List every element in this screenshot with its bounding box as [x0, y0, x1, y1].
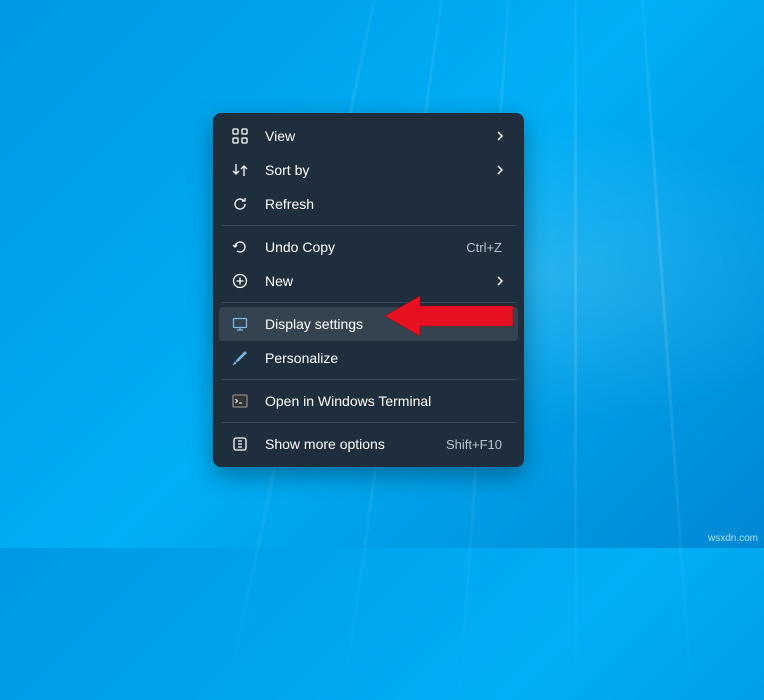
desktop-context-menu: View Sort by Refresh Undo Copy Ctrl+Z Ne… [213, 113, 524, 467]
menu-label: Show more options [265, 436, 446, 452]
menu-item-sort-by[interactable]: Sort by [219, 153, 518, 187]
terminal-icon [231, 392, 249, 410]
menu-item-display-settings[interactable]: Display settings [219, 307, 518, 341]
menu-label: Refresh [265, 196, 506, 212]
sort-icon [231, 161, 249, 179]
menu-label: Undo Copy [265, 239, 466, 255]
refresh-icon [231, 195, 249, 213]
menu-shortcut: Ctrl+Z [466, 240, 502, 255]
brush-icon [231, 349, 249, 367]
menu-label: New [265, 273, 494, 289]
menu-item-open-terminal[interactable]: Open in Windows Terminal [219, 384, 518, 418]
undo-icon [231, 238, 249, 256]
menu-separator [221, 379, 516, 380]
menu-label: Sort by [265, 162, 494, 178]
menu-item-show-more-options[interactable]: Show more options Shift+F10 [219, 427, 518, 461]
menu-separator [221, 302, 516, 303]
grid-icon [231, 127, 249, 145]
menu-item-new[interactable]: New [219, 264, 518, 298]
more-options-icon [231, 435, 249, 453]
chevron-right-icon [494, 130, 506, 142]
chevron-right-icon [494, 164, 506, 176]
display-icon [231, 315, 249, 333]
watermark-text: wsxdn.com [708, 533, 758, 544]
menu-item-view[interactable]: View [219, 119, 518, 153]
plus-circle-icon [231, 272, 249, 290]
menu-label: Display settings [265, 316, 506, 332]
menu-item-undo-copy[interactable]: Undo Copy Ctrl+Z [219, 230, 518, 264]
menu-item-refresh[interactable]: Refresh [219, 187, 518, 221]
menu-label: Open in Windows Terminal [265, 393, 506, 409]
chevron-right-icon [494, 275, 506, 287]
menu-item-personalize[interactable]: Personalize [219, 341, 518, 375]
menu-separator [221, 422, 516, 423]
menu-separator [221, 225, 516, 226]
menu-label: View [265, 128, 494, 144]
menu-label: Personalize [265, 350, 506, 366]
menu-shortcut: Shift+F10 [446, 437, 502, 452]
